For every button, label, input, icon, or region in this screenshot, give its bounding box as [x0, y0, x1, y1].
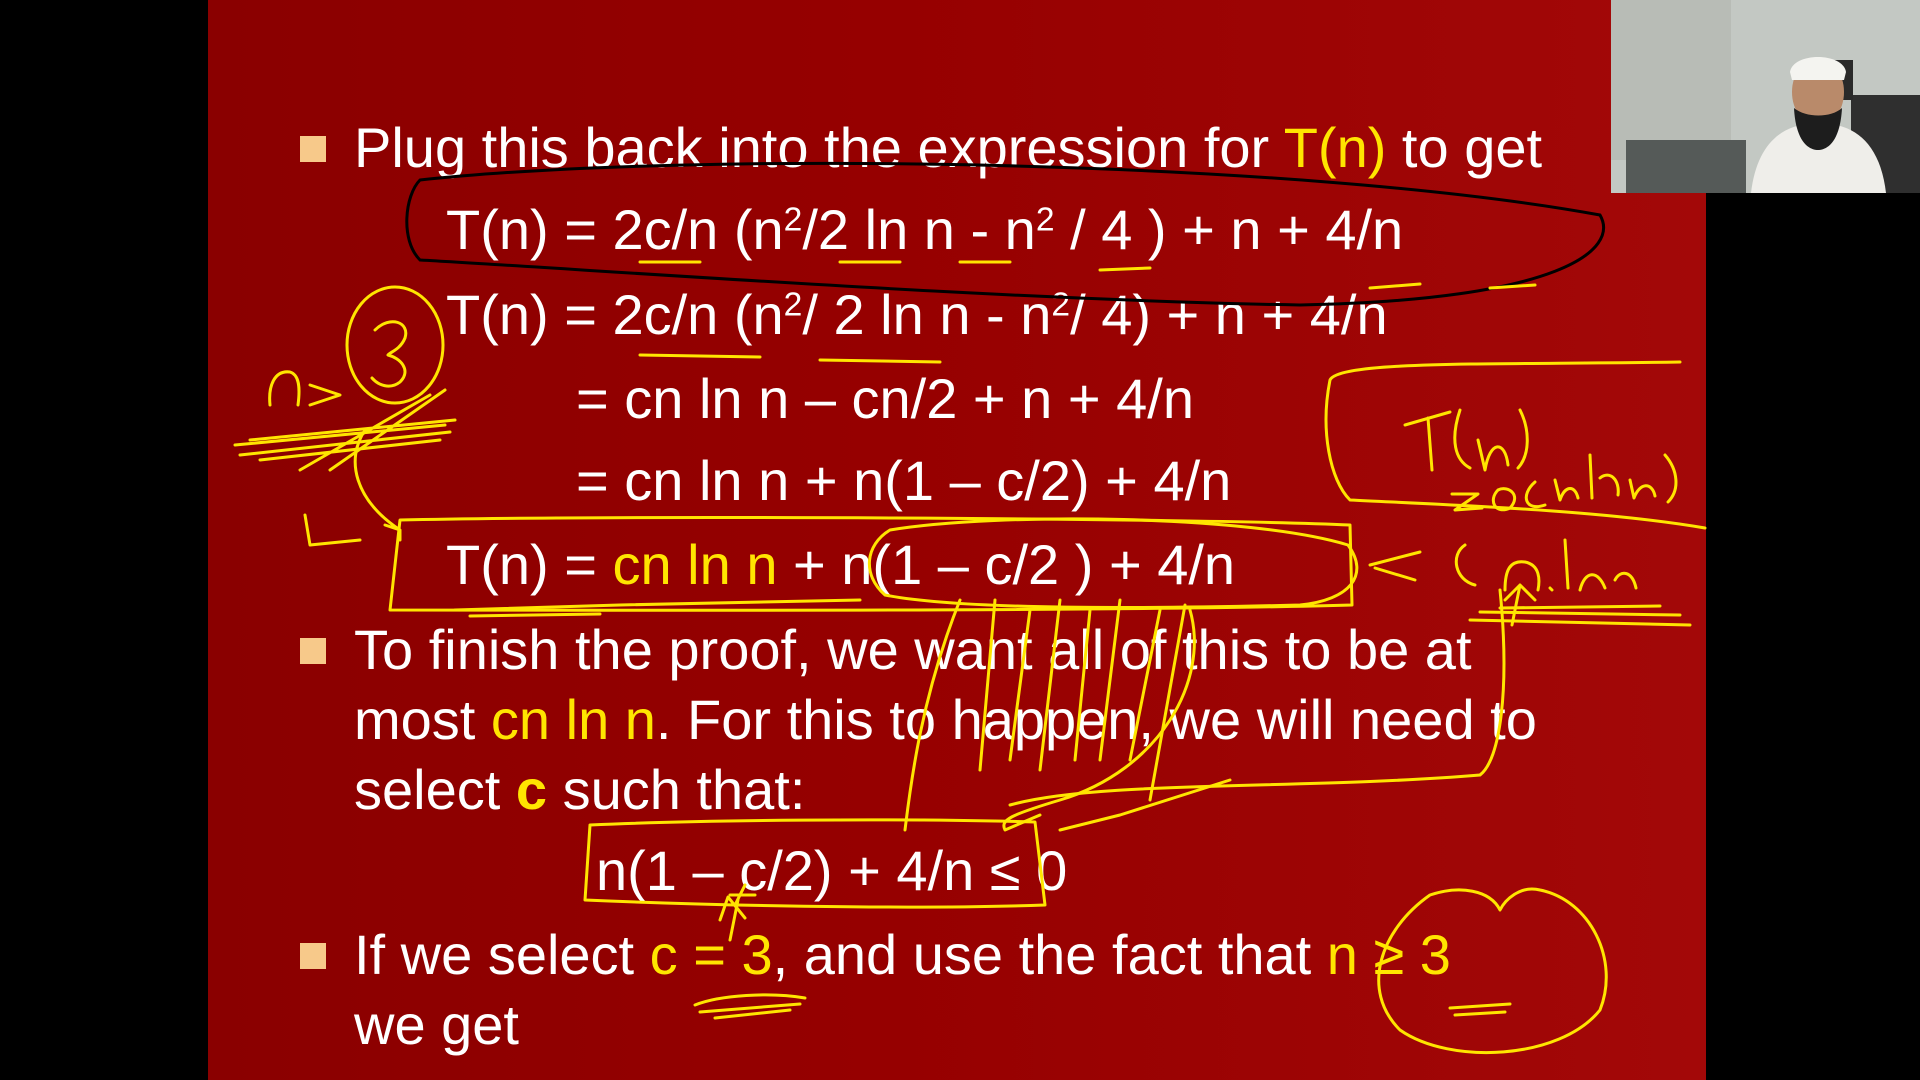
- bullet-1-text: Plug this back into the expression for T…: [354, 116, 1543, 179]
- inequality: n(1 – c/2) + 4/n ≤ 0: [596, 839, 1068, 902]
- equation-3: = cn ln n – cn/2 + n + 4/n: [576, 367, 1194, 430]
- bullet-3-line-1: If we select c = 3, and use the fact tha…: [354, 923, 1451, 986]
- bullet-3-line-2: we get: [354, 993, 519, 1056]
- webcam-overlay: [1611, 0, 1920, 193]
- equation-5: T(n) = cn ln n + n(1 – c/2 ) + 4/n: [446, 533, 1236, 596]
- equation-4: = cn ln n + n(1 – c/2) + 4/n: [576, 449, 1232, 512]
- bullet-marker: [300, 638, 326, 664]
- equation-2: T(n) = 2c/n (n2/ 2 ln n - n2/ 4) + n + 4…: [446, 283, 1388, 346]
- bullet-2-line-2: most cn ln n. For this to happen, we wil…: [354, 688, 1537, 751]
- presenter-video: [1611, 0, 1920, 193]
- bullet-marker: [300, 136, 326, 162]
- bullet-2-line-1: To finish the proof, we want all of this…: [354, 618, 1472, 681]
- equation-1: T(n) = 2c/n (n2/2 ln n - n2 / 4 ) + n + …: [446, 198, 1404, 261]
- slide: Plug this back into the expression for T…: [208, 0, 1706, 1080]
- bullet-2-line-3: select c such that:: [354, 758, 806, 821]
- bullet-marker: [300, 943, 326, 969]
